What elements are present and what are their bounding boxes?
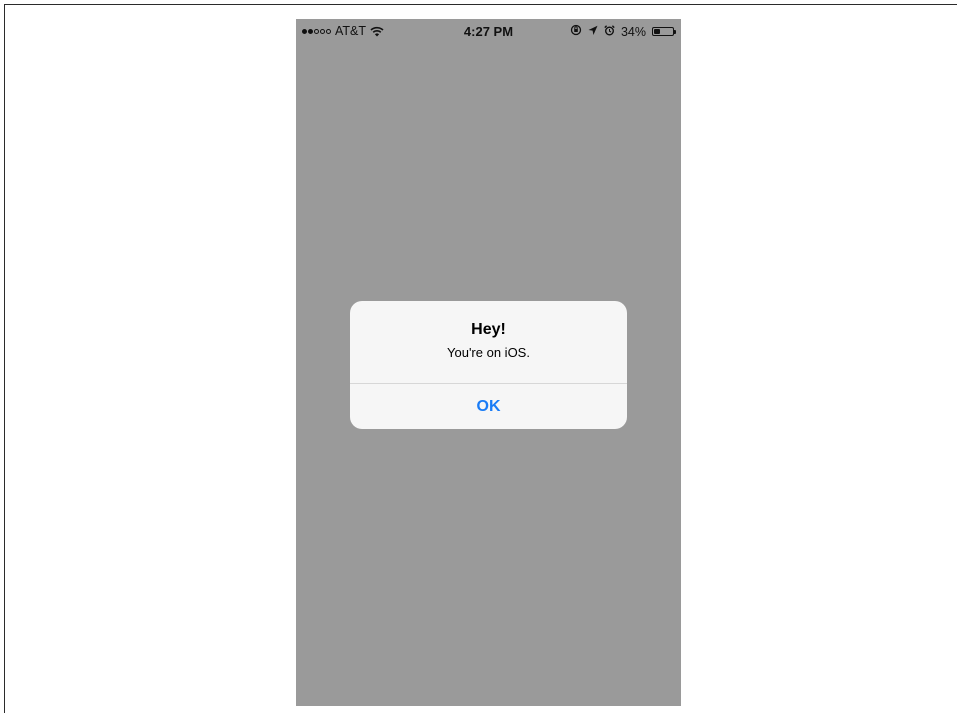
alarm-icon bbox=[604, 24, 615, 39]
rotation-lock-icon bbox=[570, 24, 582, 39]
battery-tip bbox=[674, 29, 676, 34]
alert-title: Hey! bbox=[471, 321, 506, 338]
battery-percent: 34% bbox=[620, 24, 646, 39]
alert-message: You're on iOS. bbox=[447, 345, 530, 360]
alert-dialog: Hey! You're on iOS. OK bbox=[350, 301, 627, 429]
ok-button[interactable]: OK bbox=[350, 384, 627, 429]
battery-level-fill bbox=[654, 29, 661, 34]
status-bar: AT&T 4:27 PM 34% bbox=[296, 19, 681, 45]
location-arrow-icon bbox=[588, 25, 598, 39]
battery-icon bbox=[652, 27, 676, 36]
screenshot-frame: AT&T 4:27 PM 34% Hey! You're on iOS. OK bbox=[4, 4, 957, 713]
status-right: 34% bbox=[570, 24, 676, 39]
battery-body bbox=[652, 27, 674, 36]
phone-screen: AT&T 4:27 PM 34% Hey! You're on iOS. OK bbox=[296, 19, 681, 706]
